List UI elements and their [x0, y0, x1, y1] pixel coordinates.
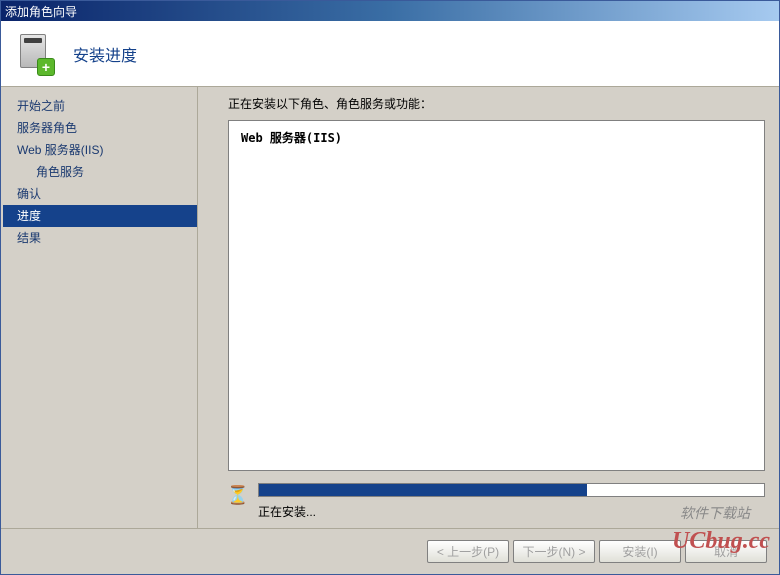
footer: < 上一步(P) 下一步(N) > 安装(I) 取消 [1, 528, 779, 574]
progress-fill [259, 484, 587, 496]
sidebar-item-web-server-iis[interactable]: Web 服务器(IIS) [3, 139, 197, 161]
main-panel: 正在安装以下角色、角色服务或功能： Web 服务器(IIS) ⏳ 正在安装... [198, 87, 779, 528]
server-add-icon: + [15, 34, 55, 74]
page-title: 安装进度 [73, 42, 137, 66]
wizard-window: 添加角色向导 + 安装进度 开始之前 服务器角色 Web 服务器(IIS) 角色… [0, 0, 780, 575]
install-button: 安装(I) [599, 540, 681, 563]
body: 开始之前 服务器角色 Web 服务器(IIS) 角色服务 确认 进度 结果 正在… [1, 87, 779, 528]
sidebar-item-confirmation[interactable]: 确认 [3, 183, 197, 205]
next-button: 下一步(N) > [513, 540, 595, 563]
header: + 安装进度 [1, 21, 779, 87]
sidebar-item-role-services[interactable]: 角色服务 [3, 161, 197, 183]
hourglass-icon: ⏳ [228, 483, 248, 507]
window-title: 添加角色向导 [5, 3, 77, 20]
sidebar-item-progress[interactable]: 进度 [3, 205, 197, 227]
titlebar: 添加角色向导 [1, 1, 779, 21]
previous-button: < 上一步(P) [427, 540, 509, 563]
install-items-box: Web 服务器(IIS) [228, 120, 765, 471]
progress-area: ⏳ 正在安装... [228, 483, 765, 520]
install-description-label: 正在安装以下角色、角色服务或功能： [228, 95, 765, 112]
cancel-button: 取消 [685, 540, 767, 563]
sidebar-item-before-begin[interactable]: 开始之前 [3, 95, 197, 117]
wizard-steps-sidebar: 开始之前 服务器角色 Web 服务器(IIS) 角色服务 确认 进度 结果 [3, 87, 198, 528]
install-item: Web 服务器(IIS) [241, 131, 342, 145]
sidebar-item-results[interactable]: 结果 [3, 227, 197, 249]
progress-bar [258, 483, 765, 497]
progress-status-text: 正在安装... [258, 503, 765, 520]
sidebar-item-server-roles[interactable]: 服务器角色 [3, 117, 197, 139]
